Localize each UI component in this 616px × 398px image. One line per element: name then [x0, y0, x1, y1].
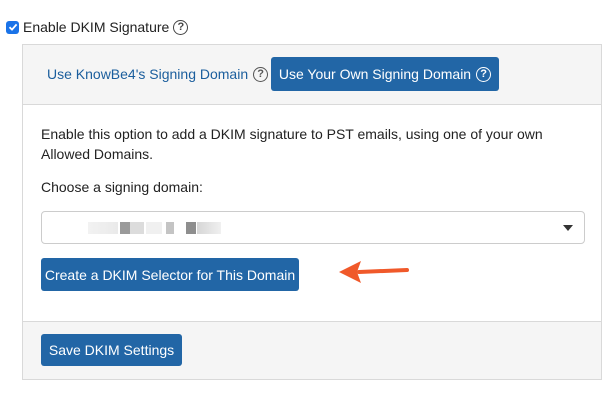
enable-dkim-row: Enable DKIM Signature ?	[6, 19, 189, 35]
create-dkim-selector-button[interactable]: Create a DKIM Selector for This Domain	[41, 258, 299, 291]
enable-dkim-label[interactable]: Enable DKIM Signature	[23, 19, 169, 35]
enable-dkim-checkbox[interactable]	[6, 20, 19, 34]
tab-knowbe4-signing-domain[interactable]: Use KnowBe4's Signing Domain ?	[47, 66, 269, 82]
tab-label: Use KnowBe4's Signing Domain	[47, 66, 249, 82]
redacted-value	[197, 222, 221, 234]
description-text: Enable this option to add a DKIM signatu…	[41, 126, 543, 162]
help-icon[interactable]: ?	[253, 66, 269, 82]
redacted-value	[88, 222, 118, 234]
redacted-value	[130, 222, 144, 234]
dkim-settings-panel: Use KnowBe4's Signing Domain ? Use Your …	[22, 44, 602, 380]
signing-domain-select[interactable]	[41, 211, 585, 244]
checkmark-icon	[8, 23, 17, 31]
chevron-down-icon[interactable]	[563, 225, 573, 231]
tab-label: Use Your Own Signing Domain	[278, 66, 472, 82]
help-icon[interactable]: ?	[476, 66, 492, 82]
annotation-arrow-icon	[339, 261, 409, 283]
redacted-value	[146, 222, 162, 234]
help-icon[interactable]: ?	[173, 19, 189, 35]
signing-domain-tabs: Use KnowBe4's Signing Domain ? Use Your …	[23, 45, 601, 105]
save-dkim-settings-button[interactable]: Save DKIM Settings	[41, 334, 182, 366]
choose-domain-label: Choose a signing domain:	[41, 179, 203, 195]
redacted-value	[186, 222, 196, 234]
redacted-value	[120, 222, 130, 234]
tab-own-signing-domain[interactable]: Use Your Own Signing Domain ?	[271, 57, 499, 91]
panel-footer: Save DKIM Settings	[23, 321, 601, 379]
redacted-value	[166, 222, 174, 234]
